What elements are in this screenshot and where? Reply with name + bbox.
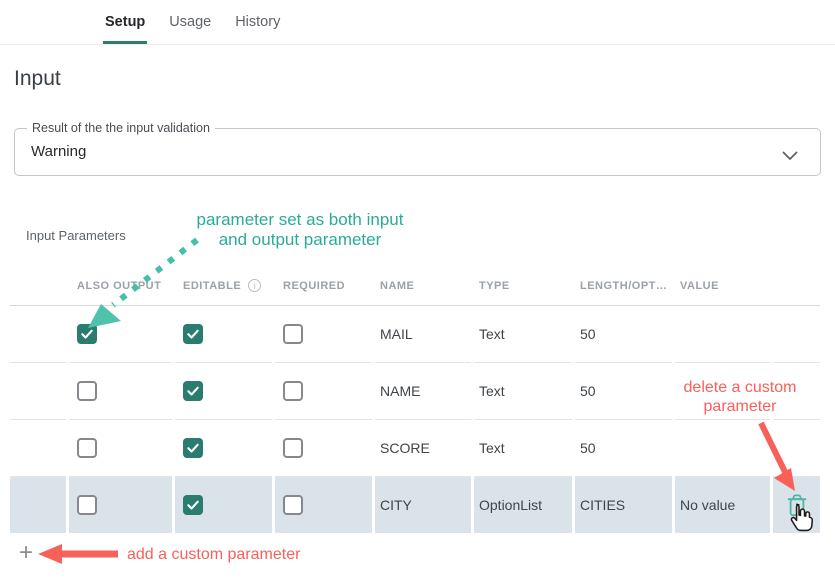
editable-checkbox[interactable]: [183, 438, 203, 458]
row-spacer-cell: [10, 363, 66, 420]
required-checkbox[interactable]: [283, 438, 303, 458]
length-cell: 50: [575, 306, 672, 363]
chevron-down-icon: [782, 148, 798, 166]
annotation-both-io-line1: parameter set as both input: [176, 210, 424, 230]
value-cell: [675, 420, 770, 477]
add-parameter-button[interactable]: +: [14, 541, 38, 567]
header-type: TYPE: [474, 280, 572, 292]
required-cell: [275, 477, 372, 533]
table-header-row: ALSO OUTPUT EDITABLE i REQUIRED NAME TYP…: [10, 266, 820, 306]
input-parameters-table: ALSO OUTPUT EDITABLE i REQUIRED NAME TYP…: [10, 266, 820, 533]
validation-result-select[interactable]: Result of the the input validation Warni…: [14, 128, 821, 176]
trash-icon[interactable]: [786, 493, 808, 518]
actions-cell: [773, 306, 820, 363]
header-also-output: ALSO OUTPUT: [69, 280, 172, 292]
red-add-arrow: [38, 544, 118, 564]
table-row: CITYOptionListCITIESNo value: [10, 477, 820, 533]
also-output-cell: [69, 363, 172, 420]
editable-cell: [175, 306, 272, 363]
length-cell: 50: [575, 420, 672, 477]
actions-cell: [773, 363, 820, 420]
type-cell: Text: [474, 420, 572, 477]
row-spacer-cell: [10, 420, 66, 477]
editable-cell: [175, 477, 272, 533]
tab-bar: Setup Usage History: [0, 0, 835, 45]
also-output-checkbox[interactable]: [77, 381, 97, 401]
type-cell: OptionList: [474, 477, 572, 533]
table-row: MAILText50: [10, 306, 820, 363]
tab-usage[interactable]: Usage: [167, 0, 213, 44]
required-cell: [275, 363, 372, 420]
length-cell: 50: [575, 363, 672, 420]
row-spacer-cell: [10, 477, 66, 533]
value-cell: [675, 363, 770, 420]
name-cell: SCORE: [375, 420, 471, 477]
also-output-checkbox[interactable]: [77, 438, 97, 458]
value-cell: [675, 306, 770, 363]
page-title: Input: [14, 66, 835, 92]
name-cell: MAIL: [375, 306, 471, 363]
header-length: LENGTH/OPT…: [575, 280, 672, 292]
row-spacer-cell: [10, 306, 66, 363]
length-cell: CITIES: [575, 477, 672, 533]
validation-result-value: Warning: [15, 129, 820, 175]
required-cell: [275, 306, 372, 363]
validation-result-label: Result of the the input validation: [27, 121, 215, 135]
editable-cell: [175, 420, 272, 477]
type-cell: Text: [474, 306, 572, 363]
table-row: NAMEText50: [10, 363, 820, 420]
required-checkbox[interactable]: [283, 381, 303, 401]
type-cell: Text: [474, 363, 572, 420]
required-checkbox[interactable]: [283, 324, 303, 344]
header-editable-label: EDITABLE: [183, 280, 241, 292]
input-parameters-label: Input Parameters: [26, 228, 835, 244]
also-output-cell: [69, 420, 172, 477]
param-rows: MAILText50NAMEText50SCOREText50CITYOptio…: [10, 306, 820, 533]
also-output-checkbox[interactable]: [77, 324, 97, 344]
header-required: REQUIRED: [275, 280, 372, 292]
name-cell: NAME: [375, 363, 471, 420]
tab-setup[interactable]: Setup: [103, 0, 147, 44]
header-value: VALUE: [675, 280, 770, 292]
also-output-cell: [69, 306, 172, 363]
table-row: SCOREText50: [10, 420, 820, 477]
actions-cell: [773, 477, 820, 533]
info-icon[interactable]: i: [248, 279, 261, 292]
name-cell: CITY: [375, 477, 471, 533]
editable-cell: [175, 363, 272, 420]
actions-cell: [773, 420, 820, 477]
annotation-add: add a custom parameter: [127, 545, 357, 565]
header-editable: EDITABLE i: [175, 279, 272, 292]
tab-history[interactable]: History: [233, 0, 282, 44]
required-cell: [275, 420, 372, 477]
required-checkbox[interactable]: [283, 495, 303, 515]
header-name: NAME: [375, 280, 471, 292]
editable-checkbox[interactable]: [183, 381, 203, 401]
editable-checkbox[interactable]: [183, 495, 203, 515]
also-output-cell: [69, 477, 172, 533]
value-cell: No value: [675, 477, 770, 533]
also-output-checkbox[interactable]: [77, 495, 97, 515]
editable-checkbox[interactable]: [183, 324, 203, 344]
